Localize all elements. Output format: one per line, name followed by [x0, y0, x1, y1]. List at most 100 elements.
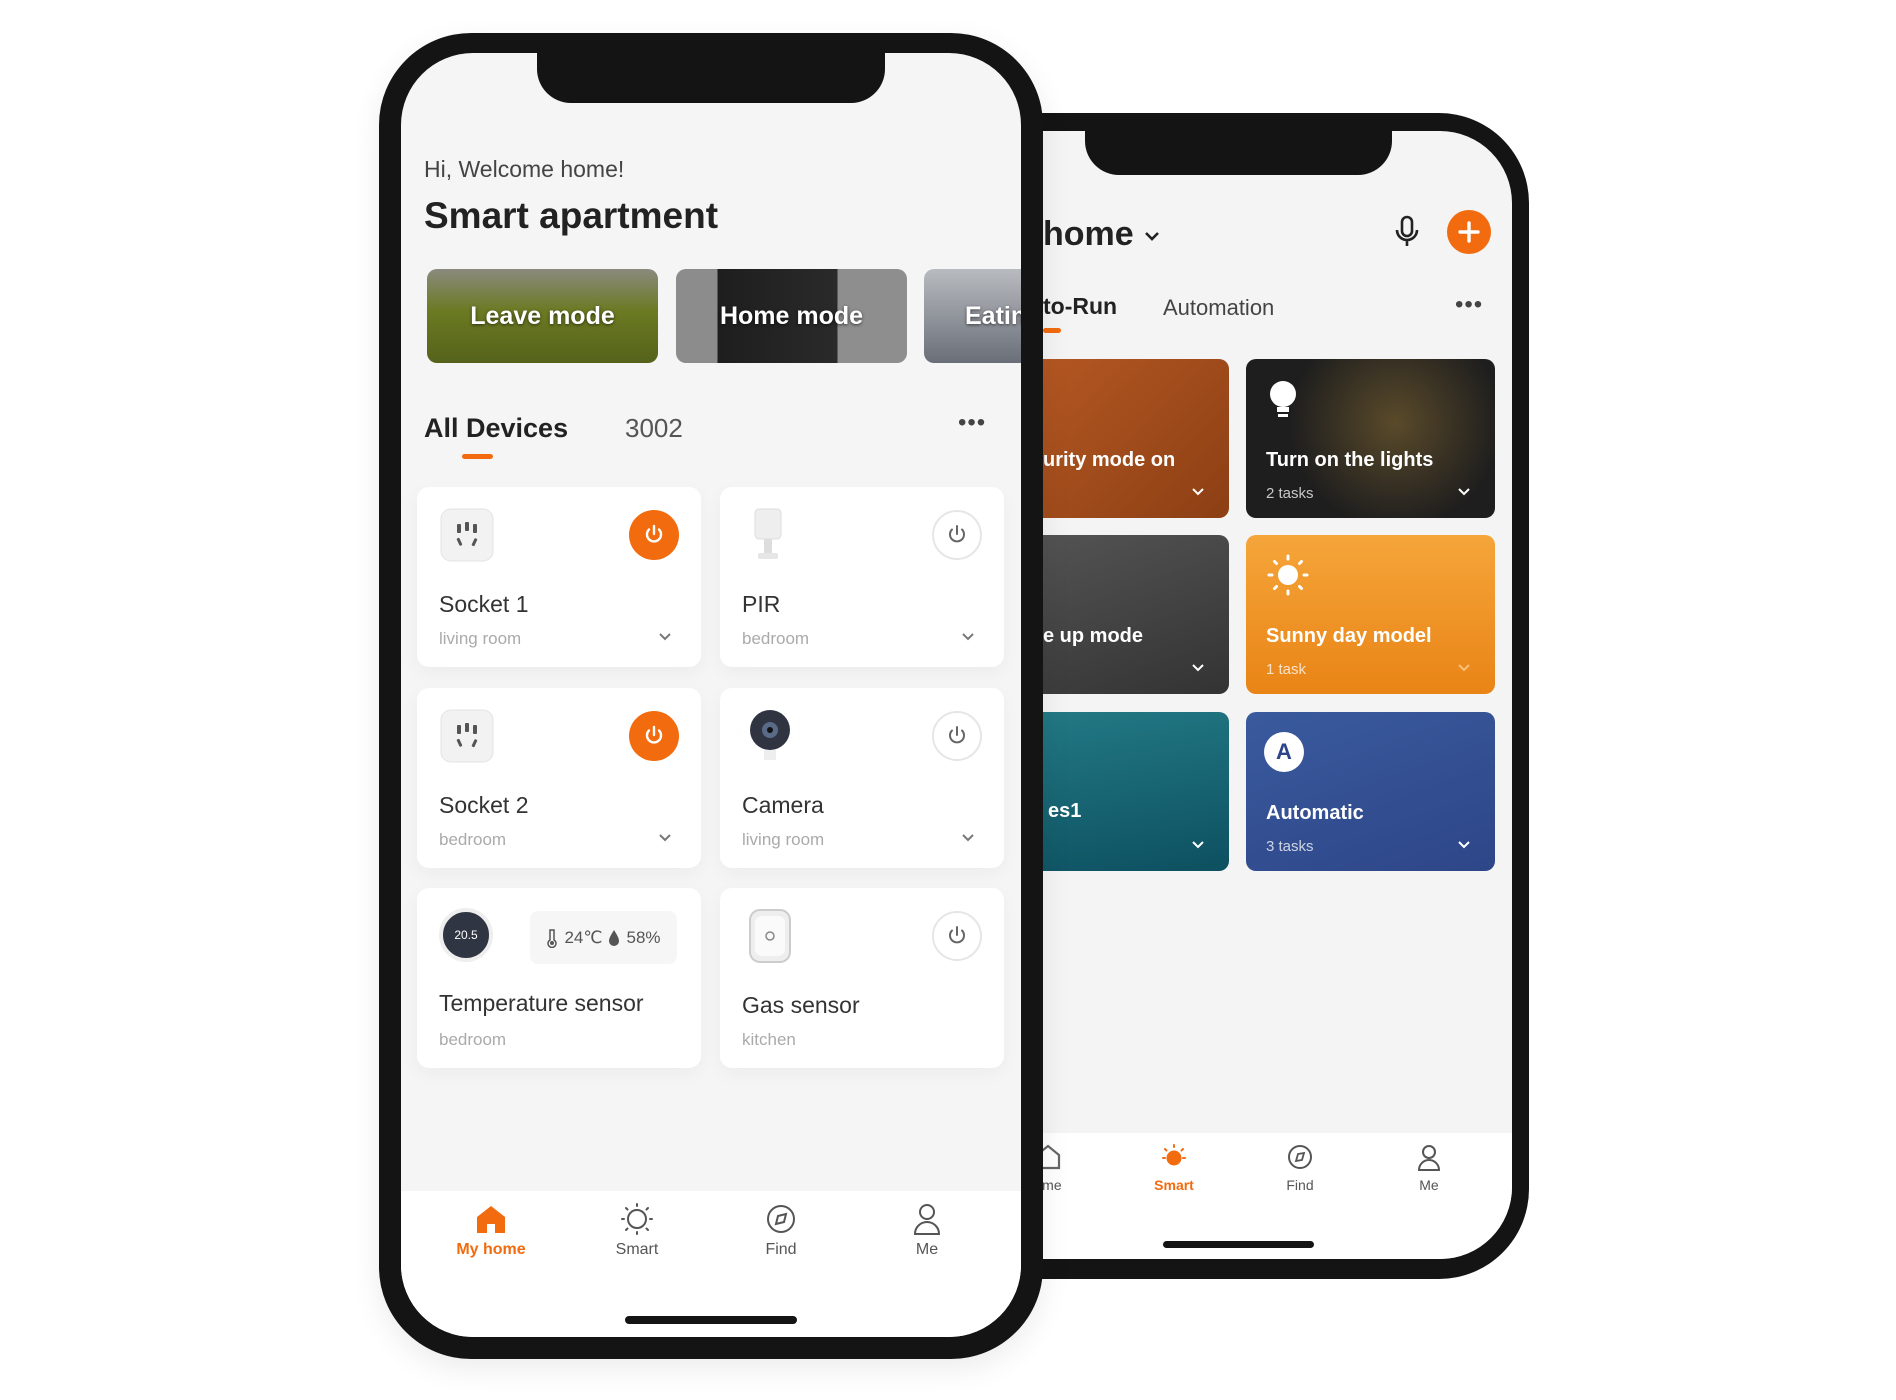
camera-icon	[750, 710, 790, 760]
thermometer-icon	[547, 928, 558, 948]
chevron-down-icon[interactable]	[657, 830, 673, 846]
tab-underline	[1043, 328, 1061, 333]
home-indicator[interactable]	[1163, 1241, 1314, 1248]
scene-label: Home mode	[719, 301, 864, 330]
nav-label: Smart	[1154, 1177, 1194, 1193]
home-title[interactable]: home	[1043, 215, 1134, 254]
more-icon[interactable]: •••	[1455, 291, 1483, 319]
tab-3002[interactable]: 3002	[625, 413, 683, 444]
device-name: Socket 2	[439, 792, 529, 818]
chevron-down-icon[interactable]	[1143, 229, 1161, 243]
device-room: living room	[439, 629, 522, 648]
power-icon	[645, 524, 663, 543]
sun-icon	[621, 1203, 653, 1235]
device-card-gas-sensor[interactable]: Gas sensor kitchen	[720, 888, 1004, 1068]
scene-card-sunny[interactable]: Sunny day model 1 task	[1246, 535, 1495, 694]
scene-title: e up mode	[1043, 625, 1144, 647]
chevron-down-icon[interactable]	[1191, 487, 1205, 497]
more-icon[interactable]: •••	[958, 409, 986, 437]
device-card-socket-1[interactable]: Socket 1 living room	[417, 487, 701, 667]
gas-sensor-icon	[749, 909, 791, 963]
person-icon	[913, 1204, 941, 1235]
notch	[1085, 131, 1392, 175]
nav-my-home[interactable]: My home	[431, 1203, 551, 1259]
tab-active[interactable]: to-Run	[1043, 293, 1117, 320]
scene-subtitle: 3 tasks	[1266, 838, 1314, 855]
power-icon	[645, 725, 663, 744]
scene-label: Eatin	[965, 301, 1021, 330]
home-indicator[interactable]	[625, 1316, 797, 1324]
device-name: Temperature sensor	[439, 990, 644, 1016]
chevron-down-icon[interactable]	[1191, 663, 1205, 673]
scene-title: urity mode on	[1043, 449, 1176, 471]
nav-label: Me	[1419, 1177, 1439, 1193]
power-icon	[949, 525, 965, 543]
tab-underline	[462, 454, 493, 459]
nav-label: Find	[1286, 1177, 1314, 1193]
chevron-down-icon[interactable]	[960, 629, 976, 645]
person-icon	[1417, 1145, 1441, 1171]
power-button[interactable]	[932, 911, 982, 961]
nav-label: My home	[456, 1241, 526, 1258]
chevron-down-icon[interactable]	[1457, 840, 1471, 850]
compass-icon	[767, 1205, 795, 1233]
sensor-readings: 24℃ 58%	[530, 911, 677, 964]
temperature-value: 24℃	[564, 927, 603, 947]
scene-eating[interactable]: Eatin	[924, 269, 1021, 363]
nav-label: Me	[915, 1241, 939, 1258]
chevron-down-icon[interactable]	[657, 629, 673, 645]
scene-title: es1	[1048, 800, 1082, 822]
compass-icon	[1288, 1145, 1312, 1169]
device-room: bedroom	[439, 1030, 507, 1049]
pir-sensor-icon	[754, 508, 782, 559]
greeting: Hi, Welcome home!	[424, 156, 625, 182]
plus-icon	[1458, 221, 1480, 243]
scene-title: Automatic	[1266, 802, 1364, 824]
device-card-pir[interactable]: PIR bedroom	[720, 487, 1004, 667]
scene-home-mode[interactable]: Home mode	[676, 269, 907, 363]
nav-me[interactable]: Me	[867, 1203, 987, 1259]
nav-smart[interactable]: Smart	[1114, 1143, 1234, 1193]
nav-smart[interactable]: Smart	[577, 1203, 697, 1259]
scene-leave-mode[interactable]: Leave mode	[427, 269, 658, 363]
scene-label: Leave mode	[470, 301, 615, 330]
device-card-temperature-sensor[interactable]: 20.5 24℃ 58% Temperature sensor bedroom	[417, 888, 701, 1068]
nav-find[interactable]: Find	[1240, 1143, 1360, 1193]
humidity-drop-icon	[609, 929, 620, 946]
page-title: Smart apartment	[424, 195, 719, 236]
nav-me[interactable]: Me	[1369, 1143, 1489, 1193]
chevron-down-icon[interactable]	[1457, 487, 1471, 497]
device-name: Socket 1	[439, 591, 529, 617]
power-icon	[949, 726, 965, 744]
device-card-camera[interactable]: Camera living room	[720, 688, 1004, 868]
device-name: Gas sensor	[742, 992, 860, 1018]
chevron-down-icon[interactable]	[1457, 663, 1471, 673]
automatic-badge: A	[1264, 732, 1304, 772]
scene-card-automatic[interactable]: A Automatic 3 tasks	[1246, 712, 1495, 871]
scene-title: Turn on the lights	[1266, 449, 1434, 471]
chevron-down-icon[interactable]	[960, 830, 976, 846]
power-button[interactable]	[932, 510, 982, 560]
tab-all-devices[interactable]: All Devices	[424, 413, 568, 444]
device-name: PIR	[742, 591, 781, 617]
scene-subtitle: 2 tasks	[1266, 485, 1314, 502]
nav-label: Smart	[615, 1241, 659, 1258]
device-room: kitchen	[742, 1030, 796, 1049]
sun-icon	[1267, 554, 1309, 596]
add-button[interactable]	[1447, 210, 1491, 254]
scene-card-lights[interactable]: Turn on the lights 2 tasks	[1246, 359, 1495, 518]
sun-icon	[1162, 1144, 1186, 1166]
device-room: bedroom	[742, 629, 810, 648]
scene-title: Sunny day model	[1266, 625, 1432, 647]
power-button[interactable]	[629, 711, 679, 761]
chevron-down-icon[interactable]	[1191, 840, 1205, 850]
power-button[interactable]	[932, 711, 982, 761]
scene-subtitle: 1 task	[1266, 661, 1307, 678]
power-button[interactable]	[629, 510, 679, 560]
microphone-icon[interactable]	[1393, 215, 1421, 249]
nav-find[interactable]: Find	[721, 1203, 841, 1259]
tab-automation[interactable]: Automation	[1163, 295, 1274, 321]
power-icon	[949, 926, 965, 944]
front-phone-screen: Hi, Welcome home! Smart apartment Leave …	[401, 53, 1021, 1337]
device-card-socket-2[interactable]: Socket 2 bedroom	[417, 688, 701, 868]
